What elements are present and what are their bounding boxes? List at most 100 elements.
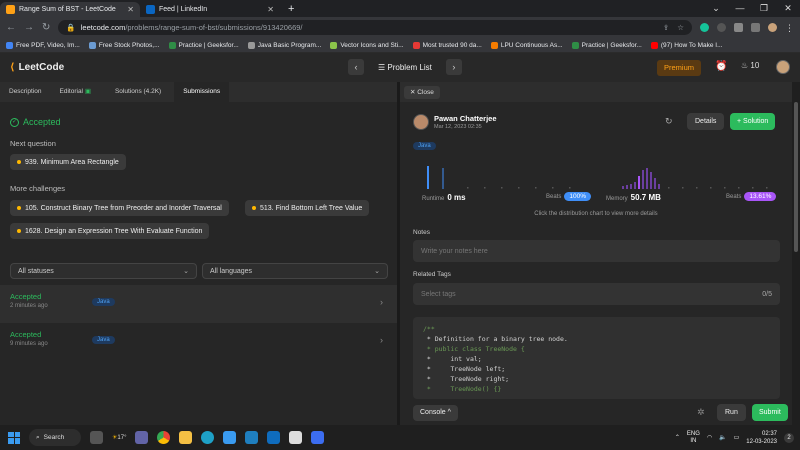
extension-icon[interactable] [717,23,726,32]
next-question-chip[interactable]: 939. Minimum Area Rectangle [10,154,126,170]
alarm-clock-icon[interactable]: ⏰ [715,61,727,72]
memory-bar [654,178,656,189]
taskbar-search[interactable]: ⌕ Search [29,429,81,446]
bookmark-item[interactable]: (97) How To Make I... [650,41,723,49]
details-button[interactable]: Details [687,113,725,130]
bookmark-item[interactable]: Most trusted 90 da... [412,41,482,49]
memory-beats-badge: 13.61% [744,192,777,201]
grammarly-icon[interactable] [700,23,709,32]
weather-widget[interactable]: ☀17° [112,434,126,441]
bookmark-item[interactable]: Vector Icons and Sti... [330,41,404,49]
bookmark-item[interactable]: Practice | Geeksfor... [168,41,239,49]
reload-icon[interactable]: ↻ [42,22,50,33]
author-avatar [413,114,429,130]
sidepanel-icon[interactable] [751,23,760,32]
chat-icon[interactable] [135,431,149,444]
leetcode-logo[interactable]: ⟨ LeetCode [10,62,64,73]
bookmark-icon [490,41,498,49]
notification-icon[interactable]: 2 [784,432,794,443]
tab-submissions[interactable]: Submissions [174,82,230,102]
problem-list-link[interactable]: ☰ Problem List [372,63,438,72]
bookmark-item[interactable]: Free Stock Photos,... [88,41,160,49]
problem-navigation: ‹ ☰ Problem List › [348,59,462,75]
bookmark-item[interactable]: Practice | Geeksfor... [571,41,642,49]
kebab-menu-icon[interactable]: ⋮ [785,23,794,33]
language-badge: Java [413,142,436,150]
tab-description[interactable]: Description [0,82,51,102]
edge-icon[interactable] [201,431,215,444]
maximize-icon[interactable]: ❐ [752,0,776,17]
bookmark-icon [6,41,13,49]
action-bar: Console ^ ✲ Run Submit [400,401,792,425]
close-button[interactable]: ✕ Close [404,85,440,99]
user-avatar[interactable] [776,60,790,74]
share-icon[interactable]: ⇪ [663,23,669,32]
bookmark-icon [168,41,176,49]
chevron-up-icon[interactable]: ⌃ [675,434,680,441]
status-filter-select[interactable]: All statuses ⌄ [10,263,197,279]
bookmark-item[interactable]: Java Basic Program... [247,41,321,49]
tab-solutions[interactable]: Solutions (4.2K) [106,82,170,102]
notes-input[interactable]: Write your notes here [413,240,780,262]
run-button[interactable]: Run [717,404,746,421]
language-indicator[interactable]: ENG IN [687,431,700,445]
challenge-chip[interactable]: 1628. Design an Expression Tree With Eva… [10,223,210,239]
volume-icon[interactable]: 🔈 [719,434,726,441]
tags-select[interactable]: Select tags 0/5 [413,283,780,305]
close-tab-icon[interactable]: ✕ [267,5,274,14]
scrollbar[interactable] [792,82,800,425]
next-problem-button[interactable]: › [445,59,462,75]
profile-avatar[interactable] [768,23,777,32]
challenge-chip[interactable]: 105. Construct Binary Tree from Preorder… [10,200,229,216]
refresh-icon[interactable]: ↻ [665,116,673,127]
runtime-beats: Beats 100% [546,192,591,201]
wifi-icon[interactable]: ◠ [707,434,712,441]
submit-button[interactable]: Submit [752,404,788,421]
challenge-chip[interactable]: 513. Find Bottom Left Tree Value [245,200,370,216]
tab-title: Feed | LinkedIn [159,6,208,13]
submission-row[interactable]: Accepted 2 minutes ago Java › [0,285,397,323]
back-arrow-icon[interactable]: ← [6,22,16,33]
memory-bar [658,184,660,189]
forward-arrow-icon[interactable]: → [24,22,34,33]
runtime-dot [535,187,537,189]
scrollbar-thumb[interactable] [794,102,798,252]
clock[interactable]: 02:37 12-03-2023 [746,430,777,446]
battery-icon[interactable]: ▭ [734,434,740,441]
microsoft-store-icon[interactable] [223,431,237,444]
puzzle-icon[interactable] [734,23,743,32]
star-icon[interactable]: ☆ [677,23,684,32]
close-tab-icon[interactable]: ✕ [127,5,134,14]
tab-editorial[interactable]: Editorial ▣ [51,82,100,102]
url-input[interactable]: 🔒 leetcode.com/problems/range-sum-of-bst… [58,20,692,35]
browser-tab-linkedin[interactable]: Feed | LinkedIn ✕ [140,2,280,17]
chrome-icon[interactable] [157,431,171,444]
previous-problem-button[interactable]: ‹ [348,59,364,75]
distribution-chart[interactable] [422,164,782,194]
code-viewer[interactable]: /** * Definition for a binary tree node.… [413,317,780,399]
task-view-icon[interactable] [90,431,103,444]
medium-difficulty-dot [252,206,256,210]
new-tab-button[interactable]: + [288,2,294,17]
app-icon[interactable] [289,431,303,444]
windows-start-icon[interactable] [8,431,20,444]
browser-tab-leetcode[interactable]: Range Sum of BST - LeetCode ✕ [0,2,140,17]
streak-counter[interactable]: ♨ 10 [741,61,759,70]
runtime-bar [427,166,429,189]
author-name: Pawan Chatterjee [434,114,497,123]
app-icon[interactable] [311,431,325,444]
minimize-icon[interactable]: — [728,0,752,17]
app-icon[interactable] [245,431,259,444]
chevron-down-icon[interactable]: ⌄ [704,0,728,17]
add-solution-button[interactable]: + Solution [730,113,776,130]
console-toggle-button[interactable]: Console ^ [413,405,458,421]
submission-row[interactable]: Accepted 9 minutes ago Java › [0,323,397,361]
premium-button[interactable]: Premium [657,60,702,76]
language-filter-select[interactable]: All languages ⌄ [202,263,388,279]
mail-icon[interactable] [267,431,281,444]
bookmark-item[interactable]: LPU Continuous As... [490,41,563,49]
file-explorer-icon[interactable] [179,431,193,444]
close-window-icon[interactable]: ✕ [776,0,800,17]
bug-icon[interactable]: ✲ [697,407,705,418]
bookmark-item[interactable]: Free PDF, Video, Im... [6,41,80,49]
